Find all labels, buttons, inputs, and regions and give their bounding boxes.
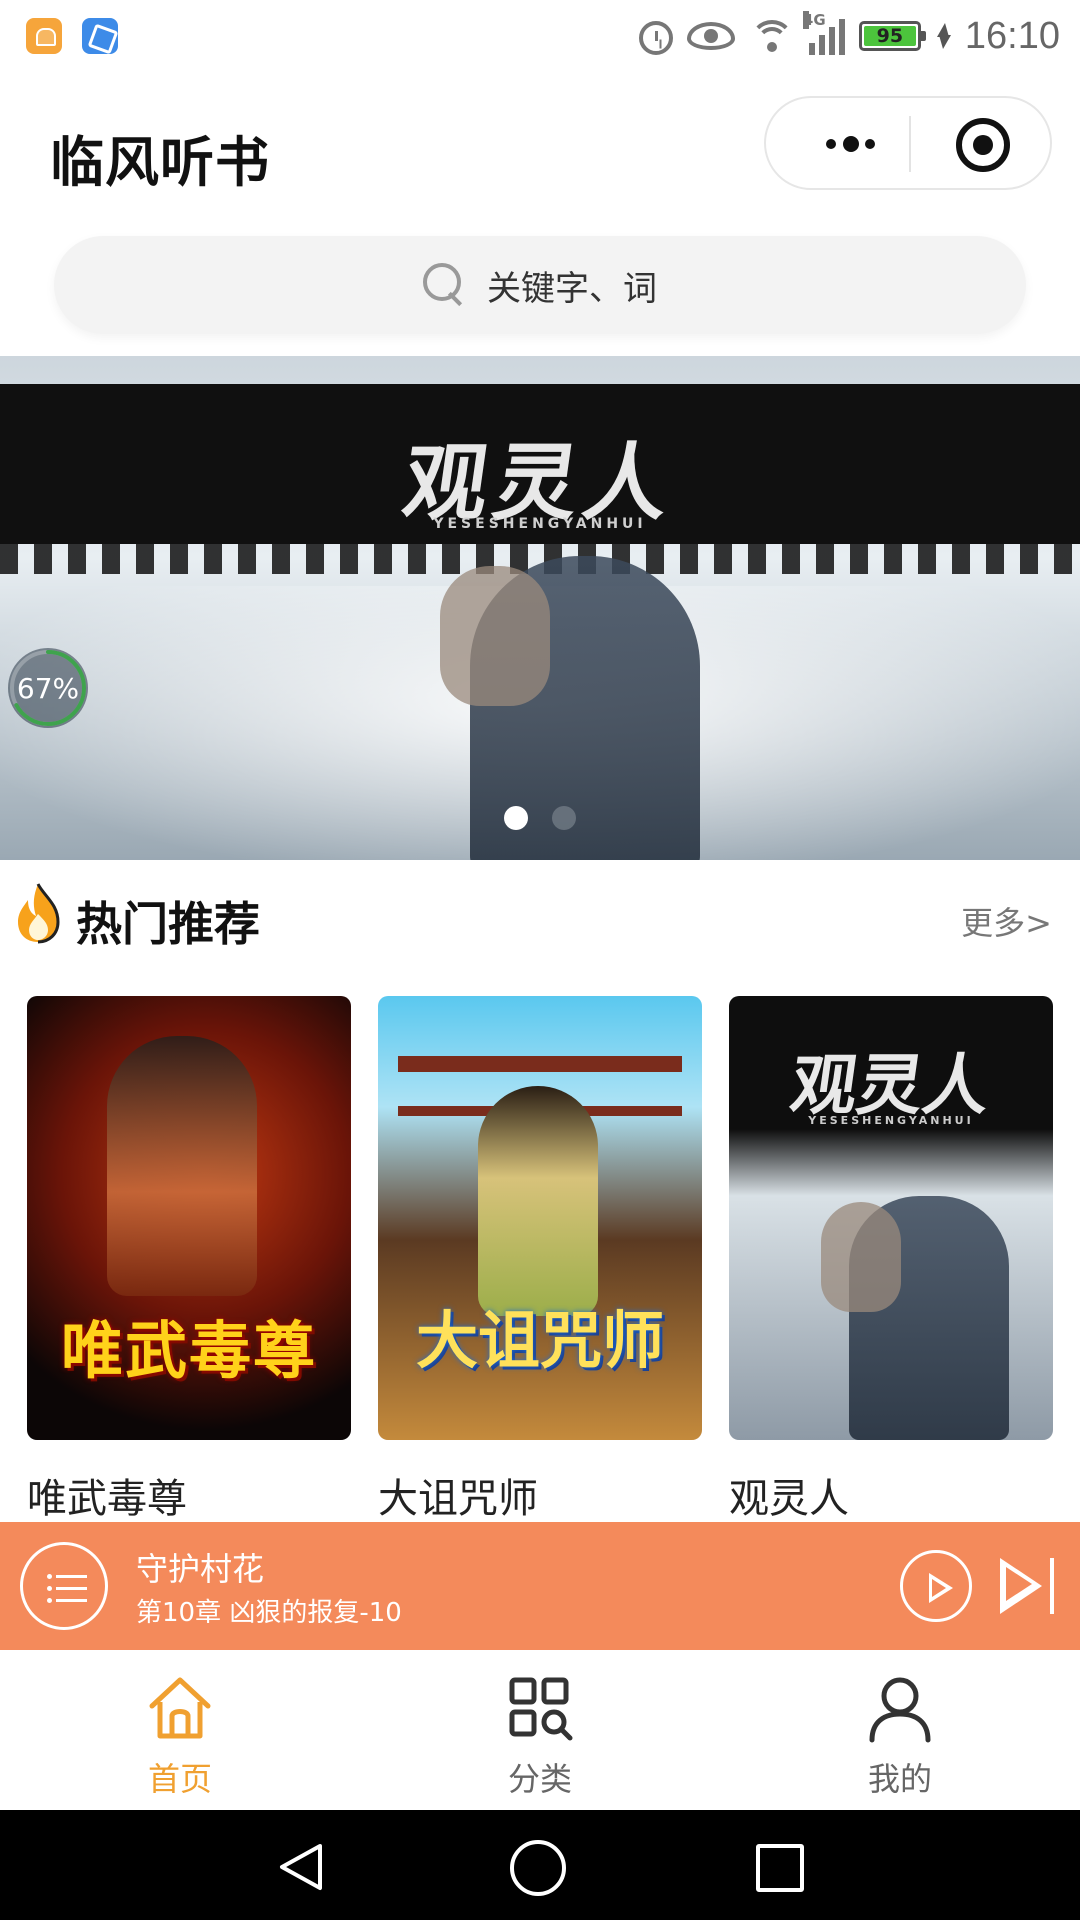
tab-mine[interactable]: 我的 <box>720 1650 1080 1810</box>
target-icon[interactable] <box>956 118 1010 172</box>
carousel-dot-1[interactable] <box>504 806 528 830</box>
search-bar[interactable]: 关键字、词 <box>54 236 1026 334</box>
search-icon <box>423 263 465 307</box>
mini-player[interactable]: 守护村花 第10章 凶狠的报复-10 <box>0 1522 1080 1650</box>
tab-label: 我的 <box>867 1760 932 1798</box>
eye-comfort-icon <box>686 22 735 50</box>
tab-label: 首页 <box>147 1760 212 1798</box>
cover-title: 大诅咒师 <box>415 1304 664 1377</box>
player-chapter: 第10章 凶狠的报复-10 <box>136 1598 402 1628</box>
book-list: 唯武毒尊 唯武毒尊 大诅咒师 大诅咒师 观灵人 YESESHENGYANHUI … <box>27 996 1053 1524</box>
progress-label: 67% <box>16 671 80 705</box>
cover-subtitle: YESESHENGYANHUI <box>808 1114 974 1127</box>
notes-app-icon <box>82 18 118 54</box>
book-card-3[interactable]: 观灵人 YESESHENGYANHUI 观灵人 <box>729 996 1053 1524</box>
tab-bar: 首页 分类 我的 <box>0 1650 1080 1810</box>
capsule-divider <box>909 116 911 172</box>
section-header: 热门推荐 更多> <box>0 880 1080 960</box>
player-title: 守护村花 <box>136 1550 265 1588</box>
cover-character <box>107 1036 257 1296</box>
miniapp-capsule <box>764 96 1052 190</box>
user-icon <box>869 1677 931 1743</box>
play-icon[interactable] <box>900 1550 972 1622</box>
alarm-icon <box>638 21 673 55</box>
cover-character <box>478 1086 598 1316</box>
home-icon <box>149 1677 211 1739</box>
progress-ring: 67% <box>8 648 88 728</box>
home-circle-icon[interactable] <box>510 1840 566 1896</box>
charging-icon <box>935 21 951 51</box>
battery-level: 95 <box>863 25 916 47</box>
network-type: 4G <box>802 11 826 29</box>
tab-home[interactable]: 首页 <box>0 1650 360 1810</box>
book-cover: 大诅咒师 <box>378 996 702 1440</box>
section-title: 热门推荐 <box>76 897 260 951</box>
book-title: 大诅咒师 <box>378 1476 538 1522</box>
book-title: 观灵人 <box>729 1476 849 1522</box>
book-card-2[interactable]: 大诅咒师 大诅咒师 <box>378 996 702 1524</box>
book-card-1[interactable]: 唯武毒尊 唯武毒尊 <box>27 996 351 1524</box>
health-app-icon <box>26 18 62 54</box>
more-link[interactable]: 更多> <box>961 898 1052 944</box>
system-nav-bar <box>0 1810 1080 1920</box>
category-search-icon <box>509 1677 573 1741</box>
banner-carousel[interactable]: 观灵人 YESESHENGYANHUI 67% <box>0 356 1080 860</box>
screen: 4G 95 16:10 临风听书 关键字、词 观灵人 YESESHENGYANH… <box>0 0 1080 1920</box>
more-dots-icon[interactable] <box>806 98 906 192</box>
playlist-icon[interactable] <box>20 1542 108 1630</box>
banner-subtitle: YESESHENGYANHUI <box>433 516 647 532</box>
battery-icon: 95 <box>858 21 926 51</box>
signal-icon: 4G <box>802 11 845 55</box>
cover-hand <box>821 1202 901 1312</box>
back-icon[interactable] <box>276 1842 326 1892</box>
wifi-icon <box>749 16 795 56</box>
tab-label: 分类 <box>507 1760 572 1798</box>
carousel-indicator <box>0 806 1080 830</box>
banner-hand <box>440 566 550 706</box>
book-cover: 观灵人 YESESHENGYANHUI <box>729 996 1053 1440</box>
header: 临风听书 <box>0 72 1080 222</box>
search-placeholder: 关键字、词 <box>487 268 657 309</box>
book-title: 唯武毒尊 <box>27 1476 187 1522</box>
fire-icon <box>18 883 60 944</box>
app-title: 临风听书 <box>50 131 270 194</box>
tab-category[interactable]: 分类 <box>360 1650 720 1810</box>
clock: 16:10 <box>964 14 1060 57</box>
status-icons: 4G 95 16:10 <box>638 10 1060 62</box>
book-cover: 唯武毒尊 <box>27 996 351 1440</box>
cover-title: 唯武毒尊 <box>60 1314 317 1387</box>
recents-icon[interactable] <box>756 1844 804 1892</box>
status-bar: 4G 95 16:10 <box>0 0 1080 72</box>
next-track-icon[interactable] <box>998 1556 1060 1616</box>
carousel-dot-2[interactable] <box>552 806 576 830</box>
